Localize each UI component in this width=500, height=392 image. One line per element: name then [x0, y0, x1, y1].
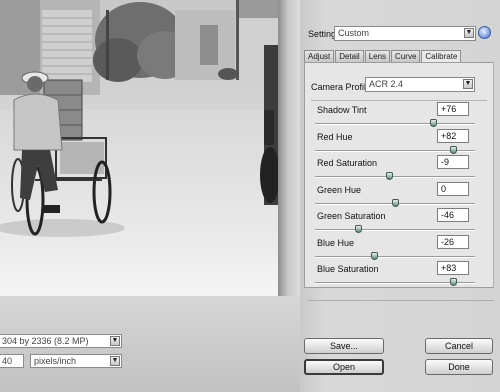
resolution-input[interactable]: 40: [0, 354, 24, 368]
slider-value-input[interactable]: 0: [437, 181, 469, 196]
tab-curve[interactable]: Curve: [391, 50, 421, 62]
size-select[interactable]: 304 by 2336 (8.2 MP) ▼: [0, 334, 122, 348]
chevron-down-icon: ▼: [110, 356, 120, 366]
save-button[interactable]: Save...: [304, 338, 384, 354]
chevron-down-icon: ▼: [463, 79, 473, 89]
slider-thumb[interactable]: [371, 251, 379, 260]
tab-detail[interactable]: Detail: [335, 50, 364, 62]
slider-track[interactable]: [315, 278, 475, 286]
slider-label: Blue Hue: [317, 237, 355, 248]
slider-thumb[interactable]: [449, 278, 457, 286]
slider-label: Shadow Tint: [317, 105, 367, 115]
slider-label: Red Hue: [317, 131, 353, 142]
slider-track[interactable]: [315, 172, 475, 180]
slider-label: Green Saturation: [317, 211, 386, 221]
settings-panel: Settings: Custom ▼ › Adjust Detail Lens …: [300, 0, 500, 392]
slider-value-input[interactable]: +83: [437, 261, 469, 275]
cancel-button[interactable]: Cancel: [425, 338, 493, 354]
slider-track[interactable]: [315, 198, 475, 207]
divider: [311, 100, 487, 101]
tab-lens[interactable]: Lens: [364, 50, 391, 62]
slider-thumb[interactable]: [392, 198, 399, 207]
calibrate-panel: Camera Profile: ACR 2.4 ▼ Shadow Tint +76…: [304, 62, 494, 288]
slider-track[interactable]: [315, 119, 475, 127]
done-button[interactable]: Done: [425, 359, 493, 375]
slider-blue-saturation: Blue Saturation +83: [305, 261, 495, 298]
slider-value-input[interactable]: -46: [437, 208, 469, 222]
open-button[interactable]: Open: [304, 359, 384, 375]
chevron-down-icon: ▼: [464, 28, 474, 38]
divider: [308, 300, 494, 301]
preview-fade: [0, 250, 282, 296]
slider-thumb[interactable]: [355, 225, 363, 233]
tab-adjust[interactable]: Adjust: [304, 50, 335, 62]
size-value: 304 by 2336 (8.2 MP): [2, 336, 89, 346]
workflow-options: 304 by 2336 (8.2 MP) ▼ 40 pixels/inch ▼: [0, 296, 300, 392]
camera-profile-value: ACR 2.4: [369, 79, 404, 89]
slider-value-input[interactable]: +76: [437, 102, 469, 116]
settings-select[interactable]: Custom ▼: [334, 26, 476, 41]
slider-thumb[interactable]: [385, 172, 393, 180]
slider-thumb[interactable]: [449, 145, 457, 154]
settings-value: Custom: [338, 28, 370, 38]
camera-profile-select[interactable]: ACR 2.4 ▼: [365, 77, 475, 92]
image-preview[interactable]: [0, 0, 282, 296]
slider-track[interactable]: [315, 251, 475, 260]
resolution-unit-select[interactable]: pixels/inch ▼: [30, 354, 122, 368]
tab-bar: Adjust Detail Lens Curve Calibrate: [304, 50, 462, 63]
circle-arrow-icon[interactable]: ›: [478, 26, 491, 39]
slider-value-input[interactable]: -26: [437, 234, 469, 249]
slider-track[interactable]: [315, 225, 475, 233]
slider-label: Red Saturation: [317, 158, 378, 168]
slider-value-input[interactable]: -9: [437, 155, 469, 169]
slider-thumb[interactable]: [430, 119, 438, 127]
resolution-value: 40: [2, 356, 13, 366]
slider-track[interactable]: [315, 145, 475, 154]
slider-label: Blue Saturation: [317, 264, 379, 274]
chevron-down-icon: ▼: [110, 336, 120, 346]
slider-value-input[interactable]: +82: [437, 128, 469, 143]
preview-edge: [278, 0, 300, 296]
resolution-unit: pixels/inch: [34, 356, 77, 366]
slider-label: Green Hue: [317, 184, 362, 195]
